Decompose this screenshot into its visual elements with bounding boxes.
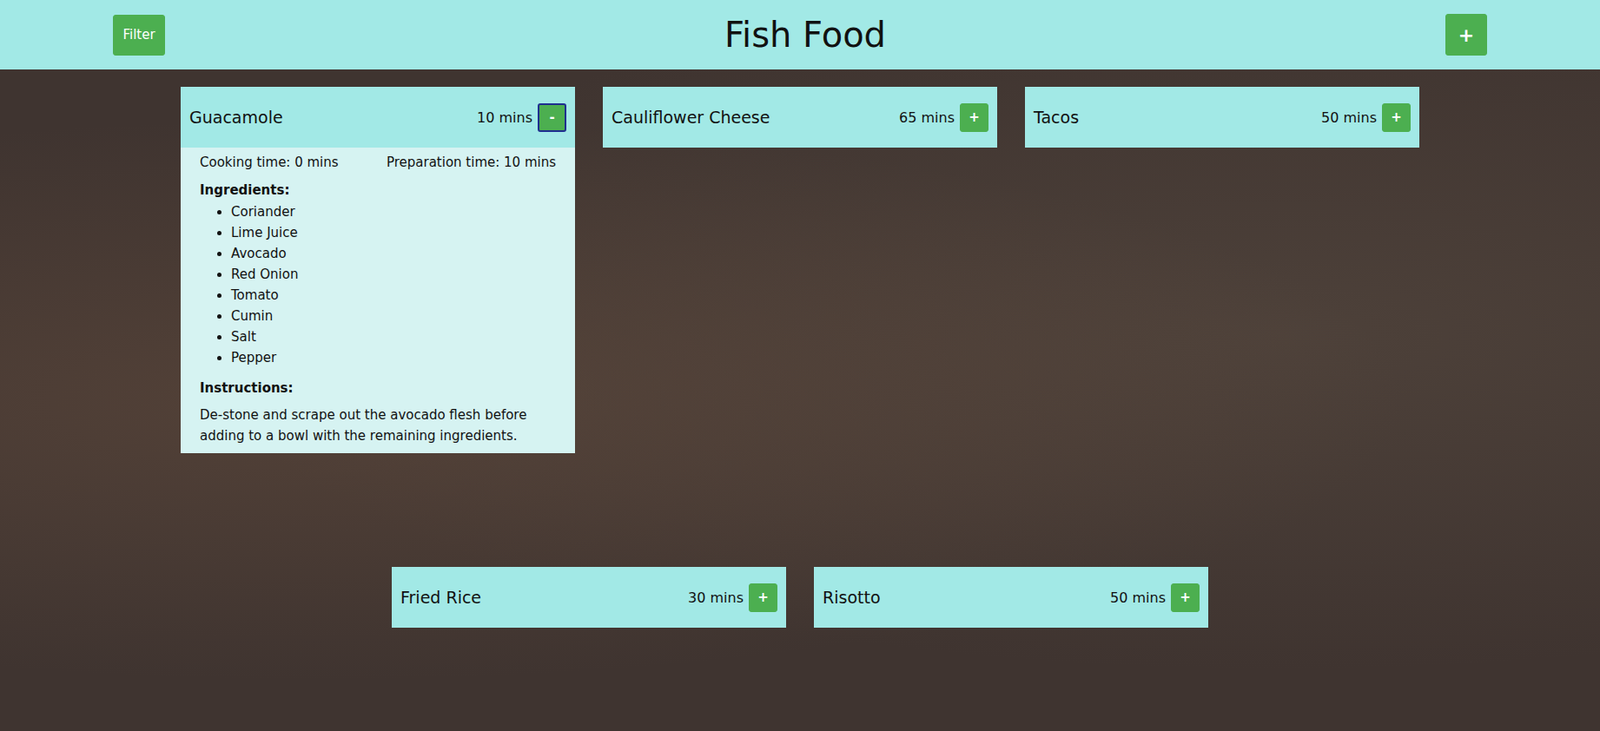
recipe-card: Tacos 50 mins+ [1024,86,1420,148]
toggle-button[interactable]: + [1381,103,1411,133]
recipe-card: Cauliflower Cheese 65 mins+ [602,86,998,148]
toggle-button[interactable]: + [1170,583,1200,613]
filter-button[interactable]: Filter [112,14,166,56]
ingredient-item: Avocado [231,243,556,265]
ingredient-item: Salt [231,326,556,348]
recipe-card-header: Fried Rice30 mins+ [391,567,787,629]
recipe-name: Fried Rice [400,588,683,608]
instructions-heading: Instructions: [199,380,556,397]
recipe-card-header: Cauliflower Cheese 65 mins+ [602,86,998,148]
ingredient-item: Cumin [231,305,556,327]
recipe-card-header: Tacos 50 mins+ [1024,86,1420,148]
preparation-time: Preparation time: 10 mins [386,154,556,171]
recipe-time: 10 mins [476,109,533,126]
recipe-time: 50 mins [1321,109,1377,126]
ingredients-heading: Ingredients: [199,182,556,199]
ingredient-item: Pepper [231,347,556,369]
times-row: Cooking time: 0 mins Preparation time: 10… [199,152,556,179]
recipe-card: Guacamole10 mins- Cooking time: 0 mins Pre… [180,86,576,454]
recipe-time: 50 mins [1110,589,1166,607]
recipe-name: Risotto [822,588,1105,608]
header: Filter Fish Food + [0,0,1600,70]
ingredient-list: CorianderLime JuiceAvocadoRed OnionTomat… [199,201,556,369]
recipe-card: Fried Rice30 mins+ [391,567,787,629]
ingredient-item: Lime Juice [231,222,556,244]
recipe-card: Risotto 50 mins+ [813,567,1209,629]
app-title: Fish Food [724,14,886,55]
instructions: De-stone and scrape out the avocado fles… [199,404,556,447]
recipe-grid: Guacamole10 mins- Cooking time: 0 mins Pre… [178,86,1422,715]
recipe-time: 65 mins [899,109,955,126]
recipe-details: Cooking time: 0 mins Preparation time: 10… [180,147,576,454]
ingredient-item: Coriander [231,201,556,223]
recipe-name: Guacamole [189,107,472,127]
toggle-button[interactable]: + [748,583,778,613]
recipe-name: Tacos [1033,107,1316,127]
toggle-button[interactable]: + [959,103,989,133]
ingredient-item: Tomato [231,284,556,306]
add-button[interactable]: + [1445,13,1488,56]
page: Filter Fish Food + Guacamole10 mins- Cooking… [0,0,1600,731]
toggle-button[interactable]: - [537,103,567,133]
cooking-time: Cooking time: 0 mins [199,154,339,171]
recipe-card-header: Risotto 50 mins+ [813,567,1209,629]
recipe-name: Cauliflower Cheese [611,107,894,127]
recipe-time: 30 mins [687,589,744,607]
recipe-card-header: Guacamole10 mins- [180,86,576,148]
ingredient-item: Red Onion [231,264,556,285]
background-photo: Guacamole10 mins- Cooking time: 0 mins Pre… [0,69,1600,731]
